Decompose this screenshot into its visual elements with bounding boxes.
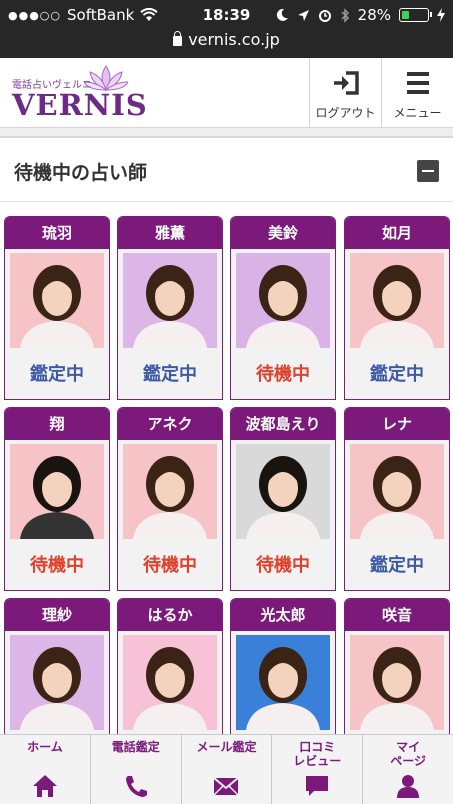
bluetooth-icon bbox=[341, 7, 349, 23]
site-logo[interactable]: 電話占いヴェルニ VERNIS bbox=[12, 64, 147, 122]
fortune-teller-status: 待機中 bbox=[256, 364, 310, 385]
fortune-teller-card[interactable]: アネク 待機中 bbox=[117, 407, 223, 591]
person-icon bbox=[397, 775, 420, 798]
fortune-teller-card[interactable]: 翔待機中 bbox=[4, 407, 110, 591]
fortune-teller-card[interactable]: 雅薫 鑑定中 bbox=[117, 216, 223, 400]
menu-button[interactable]: メニュー bbox=[381, 58, 453, 128]
bottom-tab-bar: ホーム 電話鑑定 メール鑑定 口コミ レビュー マイ ページ bbox=[0, 734, 453, 804]
fortune-teller-status: 待機中 bbox=[143, 555, 197, 576]
fortune-teller-photo bbox=[350, 253, 444, 348]
collapse-toggle-button[interactable] bbox=[417, 160, 439, 182]
fortune-teller-card[interactable]: 如月 鑑定中 bbox=[344, 216, 450, 400]
section-header[interactable]: 待機中の占い師 bbox=[0, 138, 453, 202]
site-header: 電話占いヴェルニ VERNIS ログアウト メニュー bbox=[0, 58, 453, 128]
fortune-teller-name: 咲音 bbox=[345, 599, 449, 631]
moon-icon bbox=[276, 8, 288, 21]
fortune-teller-status: 鑑定中 bbox=[143, 364, 197, 385]
fortune-teller-name: 如月 bbox=[345, 217, 449, 249]
fortune-teller-name: 琉羽 bbox=[5, 217, 109, 249]
fortune-teller-photo bbox=[10, 444, 104, 539]
alarm-icon bbox=[318, 10, 331, 22]
fortune-teller-photo bbox=[10, 635, 104, 730]
fortune-teller-name: 美鈴 bbox=[231, 217, 335, 249]
speech-bubble-icon bbox=[306, 776, 329, 796]
fortune-teller-photo bbox=[123, 253, 217, 348]
fortune-teller-name: アネク bbox=[118, 408, 222, 440]
address-bar[interactable]: vernis.co.jp bbox=[0, 30, 453, 58]
fortune-teller-name: 雅薫 bbox=[118, 217, 222, 249]
fortune-teller-card[interactable]: 理紗 bbox=[4, 598, 110, 734]
tab-reviews[interactable]: 口コミ レビュー bbox=[271, 735, 362, 804]
fortune-teller-card[interactable]: 光太郎 bbox=[230, 598, 336, 734]
fortune-teller-status: 待機中 bbox=[256, 555, 310, 576]
fortune-teller-photo bbox=[236, 635, 330, 730]
fortune-teller-photo bbox=[123, 444, 217, 539]
location-arrow-icon bbox=[297, 9, 309, 21]
logout-label: ログアウト bbox=[315, 106, 376, 120]
tab-label: メール鑑定 bbox=[196, 740, 257, 754]
logo-wordmark: VERNIS bbox=[12, 88, 148, 122]
fortune-teller-status: 鑑定中 bbox=[370, 555, 424, 576]
fortune-teller-name: レナ bbox=[345, 408, 449, 440]
fortune-teller-card[interactable]: 波都島えり 待機中 bbox=[230, 407, 336, 591]
fortune-teller-name: 波都島えり bbox=[231, 408, 335, 440]
tab-label: 口コミ レビュー bbox=[293, 740, 342, 768]
fortune-teller-name: 翔 bbox=[5, 408, 109, 440]
fortune-teller-name: 理紗 bbox=[5, 599, 109, 631]
status-bar: ●●●○○ SoftBank 18:39 28% bbox=[0, 0, 453, 30]
waiting-fortune-tellers-panel: 待機中の占い師 琉羽 鑑定中 雅薫 鑑定中 美鈴 待機中 如月 鑑定中翔待機中 アネク 待機中 波都… bbox=[0, 136, 453, 734]
tab-label: 電話鑑定 bbox=[111, 740, 160, 754]
fortune-teller-photo bbox=[10, 253, 104, 348]
fortune-teller-card[interactable]: レナ 鑑定中 bbox=[344, 407, 450, 591]
phone-icon bbox=[125, 776, 147, 797]
menu-label: メニュー bbox=[393, 106, 442, 120]
tab-label: マイ ページ bbox=[390, 740, 426, 768]
main-content[interactable]: 待機中の占い師 琉羽 鑑定中 雅薫 鑑定中 美鈴 待機中 如月 鑑定中翔待機中 アネク 待機中 波都… bbox=[0, 128, 453, 734]
fortune-teller-photo bbox=[236, 444, 330, 539]
fortune-teller-card[interactable]: 琉羽 鑑定中 bbox=[4, 216, 110, 400]
logout-icon bbox=[334, 71, 359, 95]
fortune-teller-card[interactable]: 咲音 bbox=[344, 598, 450, 734]
fortune-teller-status: 待機中 bbox=[30, 555, 84, 576]
lock-icon bbox=[173, 31, 183, 46]
battery-percent: 28% bbox=[357, 6, 391, 24]
logout-button[interactable]: ログアウト bbox=[309, 58, 381, 128]
fortune-teller-photo bbox=[236, 253, 330, 348]
url-text: vernis.co.jp bbox=[188, 30, 280, 49]
tab-mail-reading[interactable]: メール鑑定 bbox=[180, 735, 272, 804]
mail-icon bbox=[213, 777, 240, 796]
fortune-teller-status: 鑑定中 bbox=[30, 364, 84, 385]
tab-my-page[interactable]: マイ ページ bbox=[362, 735, 453, 804]
fortune-teller-name: 光太郎 bbox=[231, 599, 335, 631]
tab-phone-reading[interactable]: 電話鑑定 bbox=[89, 735, 181, 804]
battery-icon bbox=[399, 8, 432, 22]
fortune-teller-card[interactable]: 美鈴 待機中 bbox=[230, 216, 336, 400]
tab-home[interactable]: ホーム bbox=[0, 735, 90, 804]
fortune-teller-status: 鑑定中 bbox=[370, 364, 424, 385]
fortune-teller-photo bbox=[123, 635, 217, 730]
fortune-teller-photo bbox=[350, 635, 444, 730]
status-icons: 28% bbox=[276, 6, 445, 24]
charging-bolt-icon bbox=[437, 8, 445, 22]
home-icon bbox=[32, 775, 57, 797]
fortune-teller-photo bbox=[350, 444, 444, 539]
fortune-teller-card[interactable]: はるか bbox=[117, 598, 223, 734]
section-title: 待機中の占い師 bbox=[14, 162, 148, 184]
fortune-teller-name: はるか bbox=[118, 599, 222, 631]
hamburger-menu-icon bbox=[407, 72, 429, 94]
tab-label: ホーム bbox=[27, 740, 63, 754]
